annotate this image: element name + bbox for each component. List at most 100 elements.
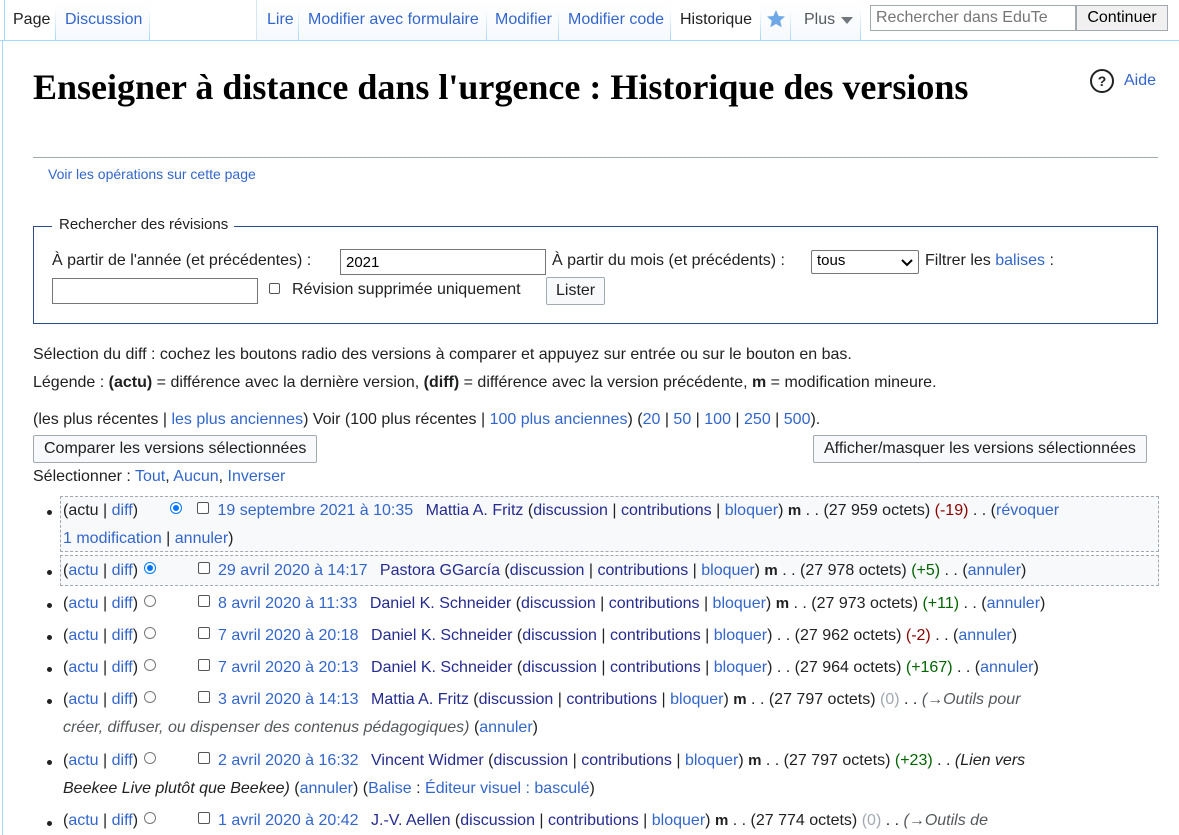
- select-none-link[interactable]: Aucun: [173, 468, 218, 485]
- select-invert-link[interactable]: Inverser: [228, 468, 286, 485]
- radio-old[interactable]: [144, 691, 157, 703]
- radio-old[interactable]: [144, 627, 157, 639]
- select-all-link[interactable]: Tout: [135, 468, 165, 485]
- revision-date-link[interactable]: 1 avril 2020 à 20:42: [218, 812, 359, 829]
- revision-checkbox[interactable]: [198, 812, 211, 824]
- limit-250[interactable]: 250: [744, 411, 771, 428]
- user-link[interactable]: Daniel K. Schneider: [370, 595, 511, 612]
- revision-date-link[interactable]: 29 avril 2020 à 14:17: [218, 562, 367, 579]
- actu-link[interactable]: actu: [68, 659, 98, 676]
- user-contribs-link[interactable]: contributions: [621, 502, 712, 519]
- revision-checkbox[interactable]: [198, 659, 211, 671]
- actu-link[interactable]: actu: [68, 691, 98, 708]
- actu-link[interactable]: actu: [68, 627, 98, 644]
- search-button[interactable]: Continuer: [1076, 5, 1168, 31]
- revision-checkbox[interactable]: [198, 562, 211, 574]
- user-contribs-link[interactable]: contributions: [598, 562, 689, 579]
- diff-link[interactable]: diff: [112, 752, 133, 769]
- tab-discussion[interactable]: Discussion: [56, 0, 150, 40]
- user-talk-link[interactable]: discussion: [510, 562, 585, 579]
- help-link[interactable]: ? Aide: [1090, 68, 1156, 94]
- user-link[interactable]: Mattia A. Fritz: [371, 691, 469, 708]
- revision-date-link[interactable]: 7 avril 2020 à 20:18: [218, 627, 359, 644]
- limit-500[interactable]: 500: [784, 411, 811, 428]
- radio-old[interactable]: [144, 659, 157, 671]
- diff-link[interactable]: diff: [112, 562, 133, 579]
- revision-date-link[interactable]: 7 avril 2020 à 20:13: [218, 659, 359, 676]
- user-link[interactable]: Daniel K. Schneider: [371, 659, 512, 676]
- year-input[interactable]: [340, 249, 546, 275]
- user-talk-link[interactable]: discussion: [522, 659, 597, 676]
- tag-label-link[interactable]: Balise: [368, 780, 412, 797]
- block-link[interactable]: bloquer: [670, 691, 723, 708]
- page-operations-link[interactable]: Voir les opérations sur cette page: [48, 166, 256, 182]
- undo-link[interactable]: annuler: [980, 659, 1033, 676]
- block-link[interactable]: bloquer: [714, 659, 767, 676]
- user-contribs-link[interactable]: contributions: [610, 627, 701, 644]
- list-button[interactable]: Lister: [546, 277, 606, 305]
- tab-edit-form[interactable]: Modifier avec formulaire: [299, 0, 487, 40]
- revision-date-link[interactable]: 2 avril 2020 à 16:32: [218, 752, 359, 769]
- tag-filter-input[interactable]: [52, 278, 258, 304]
- diff-link[interactable]: diff: [112, 812, 133, 829]
- undo-link[interactable]: annuler: [175, 530, 228, 547]
- block-link[interactable]: bloquer: [652, 812, 705, 829]
- user-talk-link[interactable]: discussion: [460, 812, 535, 829]
- tag-value-link[interactable]: Éditeur visuel : basculé: [425, 780, 590, 797]
- revision-checkbox[interactable]: [198, 752, 211, 764]
- user-contribs-link[interactable]: contributions: [581, 752, 672, 769]
- deleted-only-checkbox[interactable]: [269, 283, 280, 294]
- diff-link[interactable]: diff: [112, 627, 133, 644]
- tab-history[interactable]: Historique: [671, 0, 761, 40]
- revision-checkbox[interactable]: [198, 595, 211, 607]
- radio-old[interactable]: [144, 812, 157, 824]
- radio-old-selected[interactable]: [170, 502, 183, 514]
- tab-edit-source[interactable]: Modifier code: [559, 0, 671, 40]
- tags-link[interactable]: balises: [995, 252, 1045, 269]
- diff-link[interactable]: diff: [112, 691, 133, 708]
- toggle-revisions-button[interactable]: Afficher/masquer les versions sélectionn…: [813, 435, 1147, 463]
- undo-link[interactable]: annuler: [987, 595, 1040, 612]
- limit-20[interactable]: 20: [643, 411, 661, 428]
- watch-star-button[interactable]: [761, 0, 791, 40]
- user-link[interactable]: Daniel K. Schneider: [371, 627, 512, 644]
- block-link[interactable]: bloquer: [701, 562, 754, 579]
- compare-button[interactable]: Comparer les versions sélectionnées: [33, 435, 318, 463]
- actu-link[interactable]: actu: [68, 595, 98, 612]
- actu-link[interactable]: actu: [68, 562, 98, 579]
- oldest100-link[interactable]: 100 plus anciennes: [490, 411, 628, 428]
- user-talk-link[interactable]: discussion: [479, 691, 554, 708]
- undo-link[interactable]: annuler: [300, 780, 353, 797]
- undo-link[interactable]: annuler: [968, 562, 1021, 579]
- revision-checkbox[interactable]: [197, 502, 210, 514]
- diff-link[interactable]: diff: [112, 595, 133, 612]
- search-input[interactable]: [870, 5, 1076, 31]
- revision-date-link[interactable]: 8 avril 2020 à 11:33: [218, 595, 357, 612]
- rollback-link[interactable]: révoquer: [996, 502, 1059, 519]
- undo-link[interactable]: annuler: [958, 627, 1011, 644]
- block-link[interactable]: bloquer: [725, 502, 778, 519]
- user-contribs-link[interactable]: contributions: [566, 691, 657, 708]
- diff-link[interactable]: diff: [112, 659, 133, 676]
- user-talk-link[interactable]: discussion: [533, 502, 608, 519]
- diff-link[interactable]: diff: [112, 502, 133, 519]
- user-talk-link[interactable]: discussion: [521, 595, 596, 612]
- tab-page[interactable]: Page: [4, 0, 56, 40]
- block-link[interactable]: bloquer: [714, 627, 767, 644]
- rollback-count-link[interactable]: 1 modification: [63, 530, 162, 547]
- block-link[interactable]: bloquer: [713, 595, 766, 612]
- limit-100[interactable]: 100: [704, 411, 731, 428]
- user-contribs-link[interactable]: contributions: [548, 812, 639, 829]
- block-link[interactable]: bloquer: [685, 752, 738, 769]
- more-menu[interactable]: Plus: [791, 0, 861, 40]
- user-contribs-link[interactable]: contributions: [610, 659, 701, 676]
- tab-edit[interactable]: Modifier: [487, 0, 559, 40]
- revision-date-link[interactable]: 3 avril 2020 à 14:13: [218, 691, 359, 708]
- revision-date-link[interactable]: 19 septembre 2021 à 10:35: [217, 502, 413, 519]
- radio-old[interactable]: [144, 595, 157, 607]
- tab-read[interactable]: Lire: [256, 0, 299, 40]
- user-link[interactable]: Vincent Widmer: [371, 752, 484, 769]
- radio-old[interactable]: [144, 752, 157, 764]
- user-link[interactable]: J.-V. Aellen: [371, 812, 450, 829]
- oldest-link[interactable]: les plus anciennes: [171, 411, 303, 428]
